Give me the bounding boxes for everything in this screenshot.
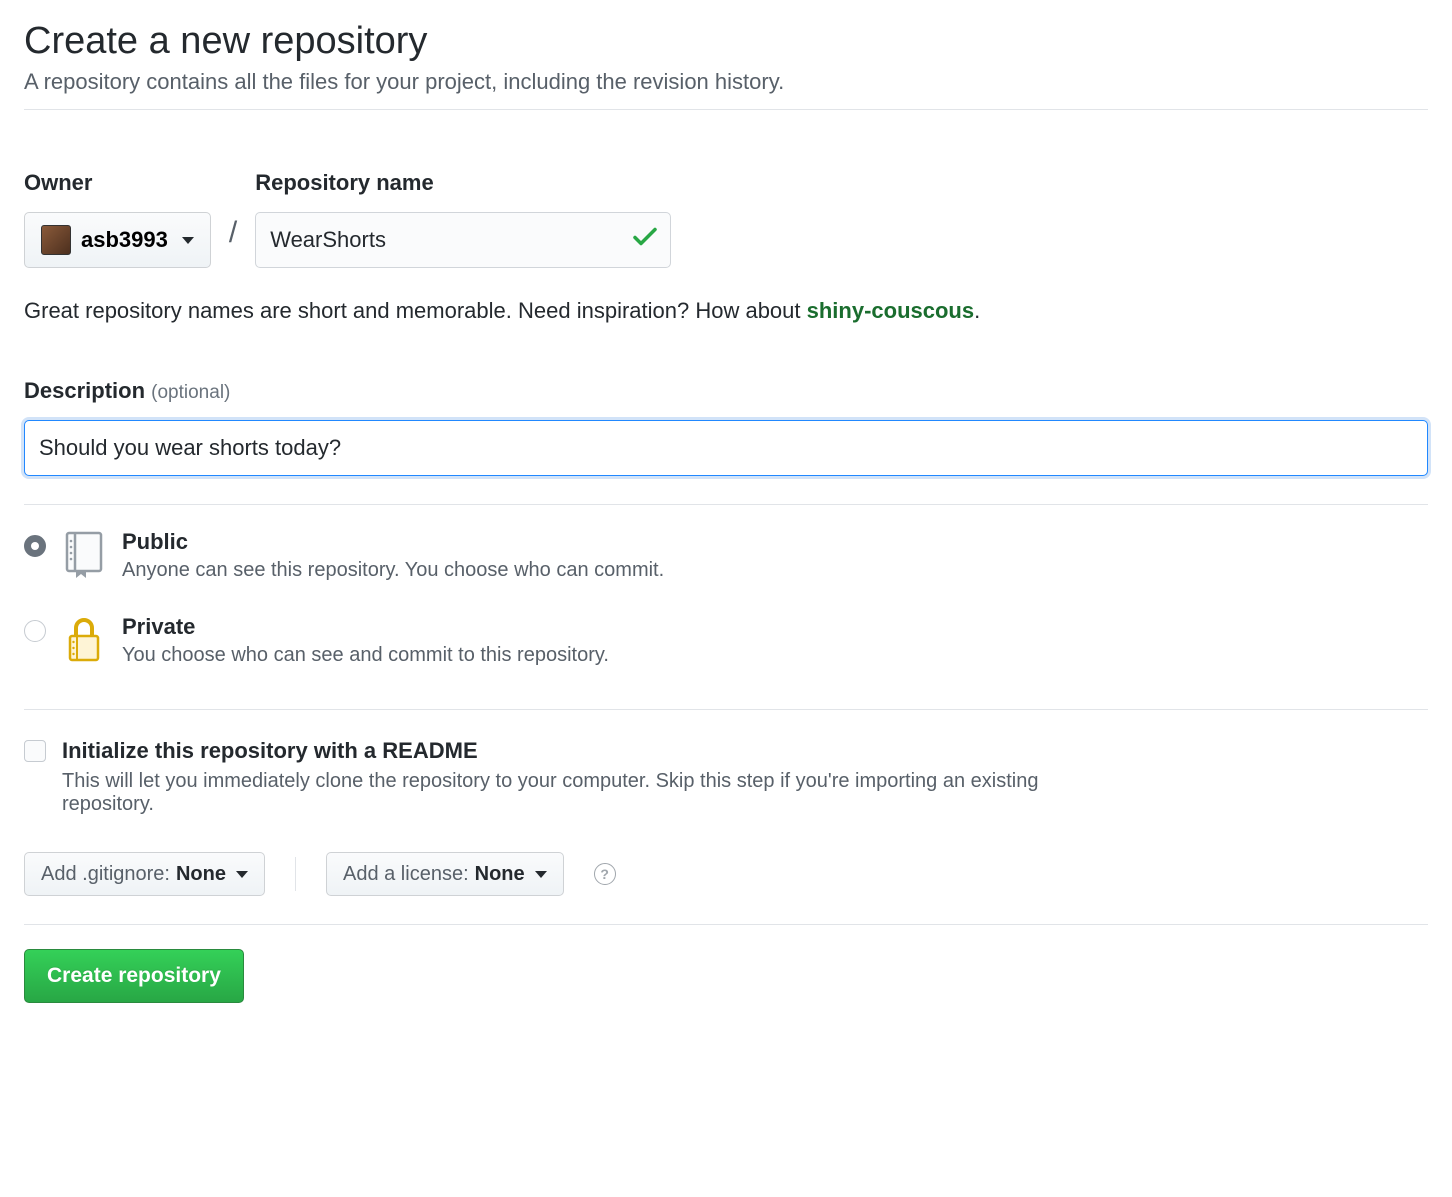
caret-down-icon — [535, 871, 547, 878]
repo-name-input[interactable] — [255, 212, 671, 268]
slash-separator: / — [229, 188, 237, 250]
caret-down-icon — [182, 237, 194, 244]
hint-suffix: . — [974, 298, 980, 323]
add-gitignore-dropdown[interactable]: Add .gitignore: None — [24, 852, 265, 896]
initialize-desc: This will let you immediately clone the … — [62, 770, 1122, 816]
lock-icon — [64, 616, 104, 664]
initialize-readme-checkbox[interactable] — [24, 740, 46, 762]
page-title: Create a new repository — [24, 20, 1428, 63]
public-desc: Anyone can see this repository. You choo… — [122, 559, 664, 582]
divider — [24, 924, 1428, 925]
optional-tag: (optional) — [151, 382, 230, 403]
vertical-divider — [295, 857, 296, 891]
description-input[interactable] — [24, 420, 1428, 476]
visibility-private-option[interactable]: Private You choose who can see and commi… — [24, 614, 1428, 667]
add-license-dropdown[interactable]: Add a license: None — [326, 852, 564, 896]
help-icon[interactable]: ? — [594, 863, 616, 885]
owner-username: asb3993 — [81, 227, 168, 253]
private-title: Private — [122, 614, 609, 640]
owner-select[interactable]: asb3993 — [24, 212, 211, 268]
radio-public[interactable] — [24, 535, 46, 557]
create-repository-button[interactable]: Create repository — [24, 949, 244, 1003]
page-subtitle: A repository contains all the files for … — [24, 69, 1428, 95]
avatar — [41, 225, 71, 255]
visibility-public-option[interactable]: Public Anyone can see this repository. Y… — [24, 529, 1428, 582]
gitignore-value: None — [176, 863, 226, 886]
name-hint: Great repository names are short and mem… — [24, 298, 1428, 324]
private-desc: You choose who can see and commit to thi… — [122, 644, 609, 667]
description-label-text: Description — [24, 378, 145, 403]
gitignore-prefix: Add .gitignore: — [41, 863, 170, 886]
hint-text: Great repository names are short and mem… — [24, 298, 807, 323]
public-title: Public — [122, 529, 664, 555]
caret-down-icon — [236, 871, 248, 878]
repo-name-label: Repository name — [255, 170, 671, 196]
license-prefix: Add a license: — [343, 863, 469, 886]
description-label: Description (optional) — [24, 378, 1428, 404]
license-value: None — [475, 863, 525, 886]
repo-icon — [64, 531, 104, 579]
initialize-title: Initialize this repository with a README — [62, 738, 1122, 764]
check-icon — [633, 228, 657, 253]
suggestion-link[interactable]: shiny-couscous — [807, 298, 974, 323]
owner-label: Owner — [24, 170, 211, 196]
radio-private[interactable] — [24, 620, 46, 642]
